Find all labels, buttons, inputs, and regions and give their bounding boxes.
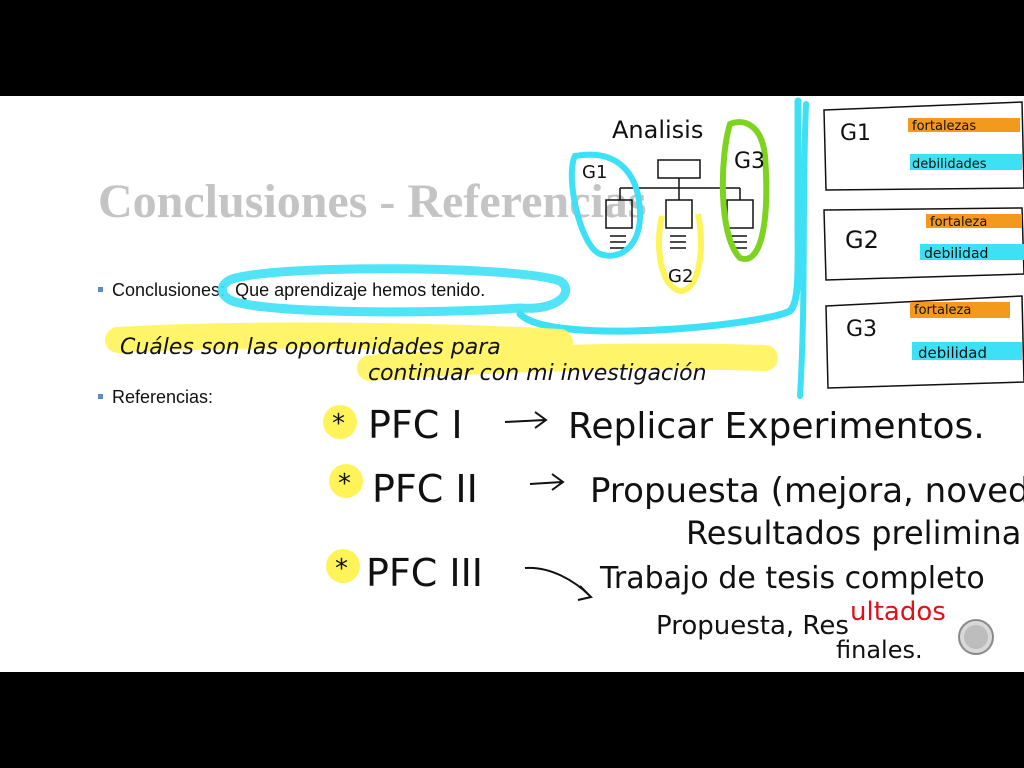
diagram-label-g2: G2 bbox=[668, 266, 693, 287]
box-g1-strength: fortalezas bbox=[912, 119, 976, 134]
pfc3-text-2a: Propuesta, Res bbox=[656, 611, 849, 641]
diagram-node-g2 bbox=[665, 199, 693, 229]
box-g1-outline bbox=[823, 101, 1024, 191]
box-g2-strength: fortaleza bbox=[930, 215, 987, 230]
opportunity-line-2: continuar con mi investigación bbox=[368, 361, 707, 386]
diagram-label-g1: G1 bbox=[582, 162, 607, 183]
pfc3-text-3: finales. bbox=[836, 636, 923, 664]
arrow-pfc1 bbox=[504, 411, 548, 429]
star-pfc2: * bbox=[338, 469, 351, 499]
box-g3-strength: fortaleza bbox=[914, 303, 971, 318]
box-g2-label: G2 bbox=[845, 226, 879, 254]
slide: Conclusiones - Referencias Conclusiones:… bbox=[0, 96, 1024, 672]
pfc3-label: PFC III bbox=[366, 551, 483, 595]
box-g3-weakness: debilidad bbox=[918, 344, 987, 362]
diagram-node-g3 bbox=[726, 199, 754, 229]
box-g1-label: G1 bbox=[840, 121, 871, 146]
cyan-highlight-stroke bbox=[217, 264, 571, 317]
box-g3-label: G3 bbox=[846, 317, 877, 342]
pfc1-label: PFC I bbox=[368, 403, 463, 447]
diagram-title: Analisis bbox=[612, 116, 703, 144]
star-pfc1: * bbox=[332, 409, 345, 439]
slide-nav-button[interactable] bbox=[958, 619, 994, 655]
diagram-label-g3: G3 bbox=[734, 149, 765, 174]
pfc2-text-2: Resultados preliminares bbox=[686, 514, 1024, 552]
ink-annotations: Analisis G1 G2 G3 G1 fortalezas debilida… bbox=[105, 97, 1024, 664]
pfc3-text-2b: ultados bbox=[850, 597, 946, 627]
diagram-node-g1 bbox=[605, 199, 633, 229]
opportunity-line-1: Cuáles son las oportunidades para bbox=[120, 335, 501, 360]
arrow-pfc2 bbox=[529, 473, 565, 491]
box-g2-weakness: debilidad bbox=[924, 246, 988, 262]
letterbox-bottom bbox=[0, 672, 1024, 768]
letterbox-top bbox=[0, 0, 1024, 96]
star-pfc3: * bbox=[335, 554, 348, 584]
arrow-pfc3 bbox=[524, 566, 593, 601]
diagram-root-box bbox=[657, 159, 701, 179]
pfc2-label: PFC II bbox=[372, 467, 478, 511]
pfc1-text: Replicar Experimentos. bbox=[568, 406, 985, 447]
green-loop-g3 bbox=[719, 119, 770, 262]
pfc3-text: Trabajo de tesis completo bbox=[599, 561, 985, 596]
pfc2-text: Propuesta (mejora, novedad) bbox=[590, 471, 1024, 511]
box-g1-weakness: debilidades bbox=[912, 157, 987, 172]
